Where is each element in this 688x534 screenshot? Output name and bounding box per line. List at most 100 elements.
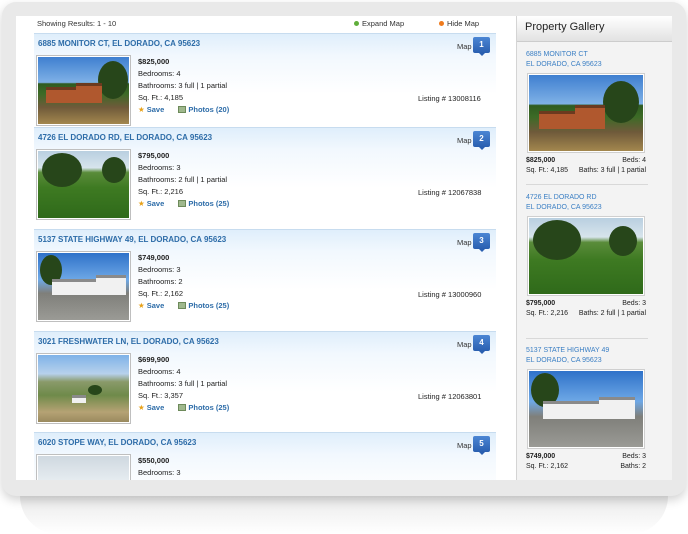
- gallery-sqft: Sq. Ft.: 2,216: [526, 309, 569, 317]
- listing-address-link[interactable]: 6020 STOPE WAY, EL DORADO, CA 95623: [38, 438, 196, 447]
- listing-photo[interactable]: [36, 353, 131, 424]
- listing-map-link[interactable]: Map: [457, 238, 472, 247]
- photo-icon: [178, 105, 187, 113]
- star-icon: ★: [138, 199, 145, 208]
- listing-sqft: Sq. Ft.: 4,185: [138, 93, 184, 102]
- gallery-card[interactable]: 4726 EL DORADO RD EL DORADO, CA 95623 $7…: [526, 193, 646, 318]
- listing-sqft: Sq. Ft.: 2,216: [138, 187, 184, 196]
- gallery-address-line1[interactable]: 5137 STATE HIGHWAY 49: [526, 346, 646, 356]
- listing-map-link[interactable]: Map: [457, 340, 472, 349]
- hide-map-icon: [439, 20, 444, 26]
- listing-map-link[interactable]: Map: [457, 136, 472, 145]
- map-pin-icon[interactable]: 4: [473, 335, 490, 354]
- gallery-address-line1[interactable]: 6885 MONITOR CT: [526, 50, 646, 60]
- listing-actions: ★ Save Photos (25): [138, 199, 229, 208]
- photos-button[interactable]: Photos (25): [166, 199, 229, 208]
- expand-map-icon: [354, 20, 359, 26]
- listing-photo[interactable]: [36, 251, 131, 322]
- star-icon: ★: [138, 403, 145, 412]
- gallery-photo[interactable]: [527, 369, 645, 449]
- gallery-photo[interactable]: [527, 73, 645, 153]
- gallery-price: $795,000: [526, 300, 556, 307]
- map-pin-icon[interactable]: 1: [473, 37, 490, 56]
- gallery-address-line1[interactable]: 4726 EL DORADO RD: [526, 193, 646, 203]
- listing-actions: ★ Save Photos (25): [138, 301, 229, 310]
- photo-icon: [178, 301, 187, 309]
- listing-actions: ★ Save Photos (20): [138, 105, 229, 114]
- listing-number: Listing # 12063801: [418, 392, 482, 401]
- listing-bedrooms: Bedrooms: 4: [138, 367, 181, 376]
- gallery-beds: Beds: 3: [622, 300, 646, 307]
- listing-number: Listing # 13000960: [418, 290, 482, 299]
- gallery-beds: Beds: 4: [622, 157, 646, 164]
- save-button[interactable]: ★ Save: [138, 199, 164, 208]
- results-count: Showing Results: 1 - 10: [37, 19, 117, 28]
- listing-address-link[interactable]: 4726 EL DORADO RD, EL DORADO, CA 95623: [38, 133, 212, 142]
- listing-details: $550,000 Bedrooms: 3: [138, 455, 181, 479]
- listing-bedrooms: Bedrooms: 4: [138, 69, 181, 78]
- star-icon: ★: [138, 301, 145, 310]
- save-button[interactable]: ★ Save: [138, 301, 164, 310]
- star-icon: ★: [138, 105, 145, 114]
- gallery-photo[interactable]: [527, 216, 645, 296]
- listing-bathrooms: Bathrooms: 2 full | 1 partial: [138, 175, 228, 184]
- listing-bedrooms: Bedrooms: 3: [138, 163, 181, 172]
- gallery-baths: Baths: 3 full | 1 partial: [578, 166, 646, 174]
- listing-price: $825,000: [138, 57, 170, 66]
- gallery-title: Property Gallery: [517, 16, 672, 42]
- listing-price: $749,000: [138, 253, 170, 262]
- listing-details: $795,000 Bedrooms: 3 Bathrooms: 2 full |…: [138, 150, 227, 198]
- listing-card: 3021 FRESHWATER LN, EL DORADO, CA 95623 …: [34, 331, 496, 429]
- listing-number: Listing # 13008116: [418, 94, 481, 103]
- listing-address-link[interactable]: 6885 MONITOR CT, EL DORADO, CA 95623: [38, 39, 200, 48]
- listing-address-link[interactable]: 5137 STATE HIGHWAY 49, EL DORADO, CA 956…: [38, 235, 226, 244]
- gallery-divider: [526, 338, 648, 339]
- map-pin-icon[interactable]: 3: [473, 233, 490, 252]
- listing-bedrooms: Bedrooms: 3: [138, 468, 181, 477]
- listing-details: $699,900 Bedrooms: 4 Bathrooms: 3 full |…: [138, 354, 227, 402]
- gallery-sqft: Sq. Ft.: 4,185: [526, 166, 569, 174]
- save-button[interactable]: ★ Save: [138, 403, 164, 412]
- listing-photo[interactable]: [36, 149, 131, 220]
- listing-photo[interactable]: [36, 55, 131, 126]
- expand-map-link[interactable]: Expand Map: [354, 19, 404, 28]
- listing-bathrooms: Bathrooms: 3 full | 1 partial: [138, 81, 228, 90]
- hide-map-link[interactable]: Hide Map: [439, 19, 479, 28]
- screen: Showing Results: 1 - 10 Expand Map Hide …: [16, 16, 672, 480]
- listing-sqft: Sq. Ft.: 2,162: [138, 289, 184, 298]
- gallery-address-line2[interactable]: EL DORADO, CA 95623: [526, 60, 646, 70]
- listing-map-link[interactable]: Map: [457, 42, 472, 51]
- listing-card: 6885 MONITOR CT, EL DORADO, CA 95623 Map…: [34, 33, 496, 131]
- listing-details: $825,000 Bedrooms: 4 Bathrooms: 3 full |…: [138, 56, 227, 104]
- gallery-card[interactable]: 5137 STATE HIGHWAY 49 EL DORADO, CA 9562…: [526, 346, 646, 471]
- photo-icon: [178, 199, 187, 207]
- gallery-address-line2[interactable]: EL DORADO, CA 95623: [526, 356, 646, 366]
- frame-reflection: [20, 496, 668, 534]
- map-pin-icon[interactable]: 2: [473, 131, 490, 150]
- photo-icon: [178, 403, 187, 411]
- listing-bathrooms: Bathrooms: 2: [138, 277, 183, 286]
- photos-button[interactable]: Photos (20): [166, 105, 229, 114]
- map-pin-icon[interactable]: 5: [473, 436, 490, 455]
- listing-bedrooms: Bedrooms: 3: [138, 265, 181, 274]
- gallery-baths: Baths: 2 full | 1 partial: [578, 309, 646, 317]
- listing-sqft: Sq. Ft.: 3,357: [138, 391, 184, 400]
- listing-card: 6020 STOPE WAY, EL DORADO, CA 95623 Map …: [34, 432, 496, 480]
- save-button[interactable]: ★ Save: [138, 105, 164, 114]
- gallery-baths: Baths: 2: [620, 462, 646, 470]
- gallery-card[interactable]: 6885 MONITOR CT EL DORADO, CA 95623 $825…: [526, 50, 646, 175]
- gallery-price: $825,000: [526, 157, 556, 164]
- listing-card: 4726 EL DORADO RD, EL DORADO, CA 95623 M…: [34, 127, 496, 225]
- gallery-address-line2[interactable]: EL DORADO, CA 95623: [526, 203, 646, 213]
- photos-button[interactable]: Photos (25): [166, 301, 229, 310]
- listing-photo[interactable]: [36, 454, 131, 480]
- listing-address-link[interactable]: 3021 FRESHWATER LN, EL DORADO, CA 95623: [38, 337, 219, 346]
- listing-map-link[interactable]: Map: [457, 441, 472, 450]
- listing-price: $699,900: [138, 355, 170, 364]
- photos-button[interactable]: Photos (25): [166, 403, 229, 412]
- gallery-price: $749,000: [526, 453, 556, 460]
- listing-price: $550,000: [138, 456, 170, 465]
- gallery-beds: Beds: 3: [622, 453, 646, 460]
- results-panel: Showing Results: 1 - 10 Expand Map Hide …: [16, 16, 496, 480]
- results-toolbar: Showing Results: 1 - 10 Expand Map Hide …: [16, 16, 496, 33]
